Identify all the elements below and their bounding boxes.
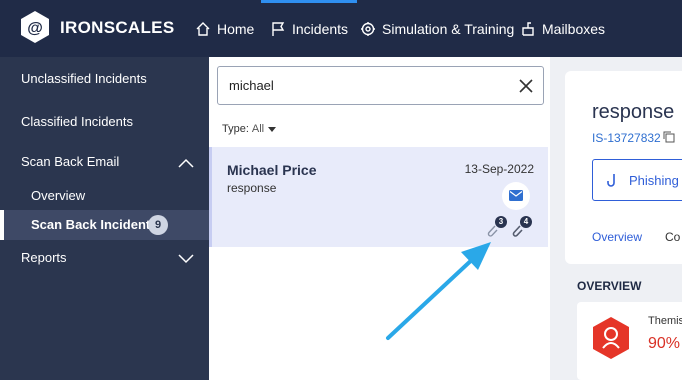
attachment-count-2: 4 xyxy=(510,216,532,239)
engine-name: Themis xyxy=(648,315,682,327)
sidebar-item-unclassified-incidents[interactable]: Unclassified Incidents xyxy=(0,71,209,91)
sidebar-item-label: Unclassified Incidents xyxy=(21,71,147,86)
phishing-button-label: Phishing xyxy=(629,173,679,188)
threat-engine-icon xyxy=(593,317,629,359)
nav-incidents[interactable]: Incidents xyxy=(260,0,358,57)
nav-mailboxes[interactable]: Mailboxes xyxy=(520,0,605,57)
nav-incidents-label: Incidents xyxy=(292,20,349,37)
copy-icon[interactable] xyxy=(663,131,675,143)
incident-subject: response xyxy=(227,181,277,195)
incident-id-link[interactable]: IS-13727832 xyxy=(592,131,661,145)
incident-list-item[interactable]: Michael Price response 13-Sep-2022 3 4 xyxy=(209,147,548,247)
sidebar-item-label: Scan Back Incidents xyxy=(31,217,158,232)
nav-home[interactable]: Home xyxy=(195,0,254,57)
tab-co[interactable]: Co xyxy=(665,230,680,244)
caret-down-icon xyxy=(268,126,277,132)
nav-home-label: Home xyxy=(217,20,255,37)
close-icon[interactable] xyxy=(519,79,533,93)
nav-simulation-label: Simulation & Training xyxy=(382,20,515,37)
sidebar-item-classified-incidents[interactable]: Classified Incidents xyxy=(0,114,209,134)
sidebar-item-label: Reports xyxy=(21,250,67,265)
ironscales-logo-icon[interactable]: @ xyxy=(18,10,52,44)
count-badge: 9 xyxy=(148,215,168,235)
overview-section-heading: OVERVIEW xyxy=(577,279,642,293)
attachment-count-1: 3 xyxy=(485,216,507,239)
search-value: michael xyxy=(229,78,274,93)
incident-date: 13-Sep-2022 xyxy=(464,162,534,176)
hook-icon xyxy=(607,174,615,187)
email-badge xyxy=(502,182,530,210)
type-filter-dropdown[interactable]: Type: All xyxy=(222,123,277,135)
search-input[interactable]: michael xyxy=(217,66,544,105)
sidebar-item-reports[interactable]: Reports xyxy=(0,250,209,270)
brand-name: IRONSCALES xyxy=(60,18,175,37)
home-icon xyxy=(196,21,210,36)
nav-mailboxes-label: Mailboxes xyxy=(542,20,606,37)
attachment-count-badge: 4 xyxy=(520,216,532,228)
flag-icon xyxy=(272,21,285,36)
type-filter-label: Type: xyxy=(222,123,249,135)
incident-sender-name: Michael Price xyxy=(227,162,317,178)
sidebar-item-overview[interactable]: Overview xyxy=(0,188,209,208)
sidebar-item-label: Scan Back Email xyxy=(21,154,120,169)
mailbox-icon xyxy=(522,21,534,36)
incident-detail-panel: response IS-13727832 Phishing Overview C… xyxy=(565,71,682,264)
incident-title: response xyxy=(592,101,675,123)
envelope-icon xyxy=(509,190,523,201)
sidebar: Unclassified Incidents Classified Incide… xyxy=(0,57,209,380)
chevron-down-icon[interactable] xyxy=(178,254,194,264)
sidebar-item-scan-back-email[interactable]: Scan Back Email xyxy=(0,154,209,174)
engine-score-card: Themis 90% xyxy=(577,302,682,380)
type-filter-value: All xyxy=(251,123,265,135)
sidebar-item-scan-back-incidents[interactable]: Scan Back Incidents 9 xyxy=(0,210,209,240)
phishing-classify-button[interactable]: Phishing xyxy=(592,159,682,201)
attachment-count-badge: 3 xyxy=(495,216,507,228)
gear-icon xyxy=(361,21,375,36)
svg-text:@: @ xyxy=(27,20,43,37)
incident-list-panel: michael Type: All Michael Price response … xyxy=(209,57,550,380)
sidebar-item-label: Classified Incidents xyxy=(21,114,133,129)
sidebar-item-label: Overview xyxy=(31,188,86,203)
chevron-up-icon[interactable] xyxy=(178,158,194,168)
nav-simulation-training[interactable]: Simulation & Training xyxy=(360,0,514,57)
top-navigation-bar: @ IRONSCALES Home Incidents Simulation &… xyxy=(0,0,682,57)
engine-percent: 90% xyxy=(648,335,681,352)
tab-overview[interactable]: Overview xyxy=(592,230,642,244)
